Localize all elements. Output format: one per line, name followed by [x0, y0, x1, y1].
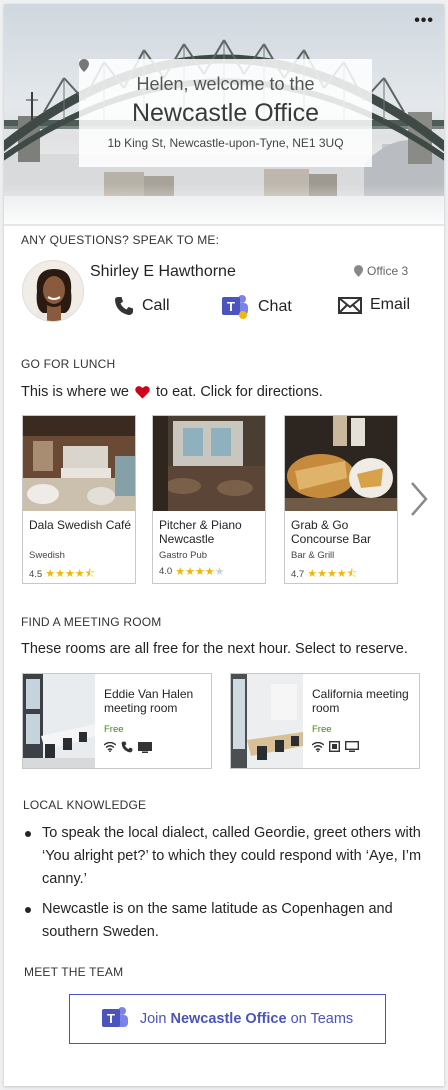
- more-options-button[interactable]: •••: [414, 12, 434, 30]
- restaurant-name: Pitcher & Piano Newcastle: [159, 518, 242, 546]
- office-welcome-card: ••• Helen, welcome to the Newcastle Offi…: [4, 4, 444, 1086]
- list-item: Newcastle is on the same latitude as Cop…: [22, 898, 422, 944]
- phone-icon: [115, 297, 133, 315]
- email-label: Email: [370, 296, 411, 313]
- contact-heading: ANY QUESTIONS? SPEAK TO ME:: [21, 233, 220, 247]
- office-title: Newcastle Office: [131, 99, 320, 127]
- bullet-icon: [25, 907, 31, 913]
- lunch-intro: This is where we to eat. Click for direc…: [21, 384, 323, 400]
- lunch-card-2[interactable]: Grab & Go Concourse Bar Bar & Grill 4.7 …: [284, 415, 398, 584]
- join-label: Join Newcastle Office on Teams: [140, 1011, 353, 1027]
- star-rating-icon: ★★★★⯪: [307, 568, 358, 580]
- rating-value: 4.7: [291, 569, 305, 580]
- tv-icon: [329, 741, 340, 752]
- display-icon: [345, 741, 359, 752]
- call-button[interactable]: Call: [114, 296, 170, 316]
- room-amenities: [104, 741, 152, 753]
- lunch-intro-start: This is where we: [21, 384, 129, 400]
- knowledge-text: To speak the local dialect, called Geord…: [42, 825, 422, 887]
- knowledge-text: Newcastle is on the same latitude as Cop…: [42, 901, 393, 940]
- restaurant-name: Dala Swedish Café: [29, 518, 132, 532]
- rating-value: 4.5: [29, 569, 43, 580]
- list-item: To speak the local dialect, called Geord…: [22, 822, 422, 891]
- rating-value: 4.0: [159, 566, 173, 577]
- chat-label: Chat: [258, 298, 292, 315]
- restaurant-rating: 4.7 ★★★★⯪: [291, 565, 397, 584]
- restaurant-type: Bar & Grill: [291, 550, 335, 561]
- room-status: Free: [104, 724, 124, 735]
- star-rating-icon: ★★★★⯪: [45, 568, 96, 580]
- call-label: Call: [142, 297, 170, 314]
- monitor-icon: [138, 741, 152, 753]
- phone-icon: [121, 741, 133, 753]
- chevron-right-icon[interactable]: [408, 481, 430, 517]
- restaurant-type: Gastro Pub: [159, 550, 208, 561]
- join-office: Newcastle Office: [170, 1011, 287, 1027]
- contact-name: Shirley E Hawthorne: [90, 263, 236, 280]
- restaurant-rating: 4.0 ★★★★★: [159, 565, 265, 578]
- room-name: California meeting room: [312, 687, 409, 715]
- email-button[interactable]: Email: [338, 296, 410, 314]
- heart-icon: [135, 386, 150, 399]
- contact-photo: [23, 261, 83, 321]
- room-card-1[interactable]: California meeting room Free: [230, 673, 420, 769]
- teams-icon: T: [101, 1007, 128, 1027]
- wifi-icon: [312, 741, 324, 752]
- restaurant-type: Swedish: [29, 550, 65, 561]
- lunch-card-1[interactable]: Pitcher & Piano Newcastle Gastro Pub 4.0…: [152, 415, 266, 584]
- knowledge-heading: LOCAL KNOWLEDGE: [23, 798, 147, 812]
- room-photo: [231, 674, 303, 768]
- lunch-card-0[interactable]: Dala Swedish Café Swedish 4.5 ★★★★⯪: [22, 415, 136, 584]
- room-amenities: [312, 741, 359, 752]
- team-heading: MEET THE TEAM: [24, 965, 124, 979]
- hero-banner: ••• Helen, welcome to the Newcastle Offi…: [4, 4, 444, 226]
- svg-text:T: T: [227, 299, 235, 314]
- restaurant-photo: [153, 416, 265, 511]
- star-rating-icon: ★★★★★: [175, 566, 225, 578]
- contact-office: Office 3: [354, 264, 408, 278]
- wifi-icon: [104, 742, 116, 752]
- room-name: Eddie Van Halen meeting room: [104, 687, 194, 715]
- address-text: 1b King St, Newcastle-upon-Tyne, NE1 3UQ: [107, 136, 344, 150]
- room-photo: [23, 674, 95, 768]
- rooms-heading: FIND A MEETING ROOM: [21, 615, 162, 629]
- join-suffix: on Teams: [290, 1011, 354, 1027]
- welcome-panel: Helen, welcome to the Newcastle Office 1…: [79, 59, 372, 167]
- restaurant-rating: 4.5 ★★★★⯪: [29, 565, 135, 584]
- room-card-0[interactable]: Eddie Van Halen meeting room Free: [22, 673, 212, 769]
- join-prefix: Join: [139, 1011, 167, 1027]
- location-pin-icon: [354, 265, 363, 277]
- envelope-icon: [338, 296, 362, 314]
- bullet-icon: [25, 831, 31, 837]
- join-teams-button[interactable]: T Join Newcastle Office on Teams: [69, 994, 386, 1044]
- teams-icon: T: [222, 295, 248, 319]
- svg-text:T: T: [107, 1011, 115, 1026]
- contact-office-label: Office 3: [367, 264, 409, 278]
- welcome-greeting: Helen, welcome to the: [136, 74, 315, 94]
- lunch-heading: GO FOR LUNCH: [21, 357, 116, 371]
- location-pin-icon: [79, 59, 89, 72]
- lunch-intro-end: to eat. Click for directions.: [155, 384, 323, 400]
- restaurant-photo: [23, 416, 135, 511]
- avatar: [22, 260, 84, 322]
- chat-button[interactable]: T Chat: [222, 294, 292, 320]
- restaurant-name: Grab & Go Concourse Bar: [291, 518, 372, 546]
- restaurant-photo: [285, 416, 397, 511]
- room-status: Free: [312, 724, 332, 735]
- office-address[interactable]: 1b King St, Newcastle-upon-Tyne, NE1 3UQ: [79, 59, 372, 150]
- rooms-intro: These rooms are all free for the next ho…: [21, 641, 408, 657]
